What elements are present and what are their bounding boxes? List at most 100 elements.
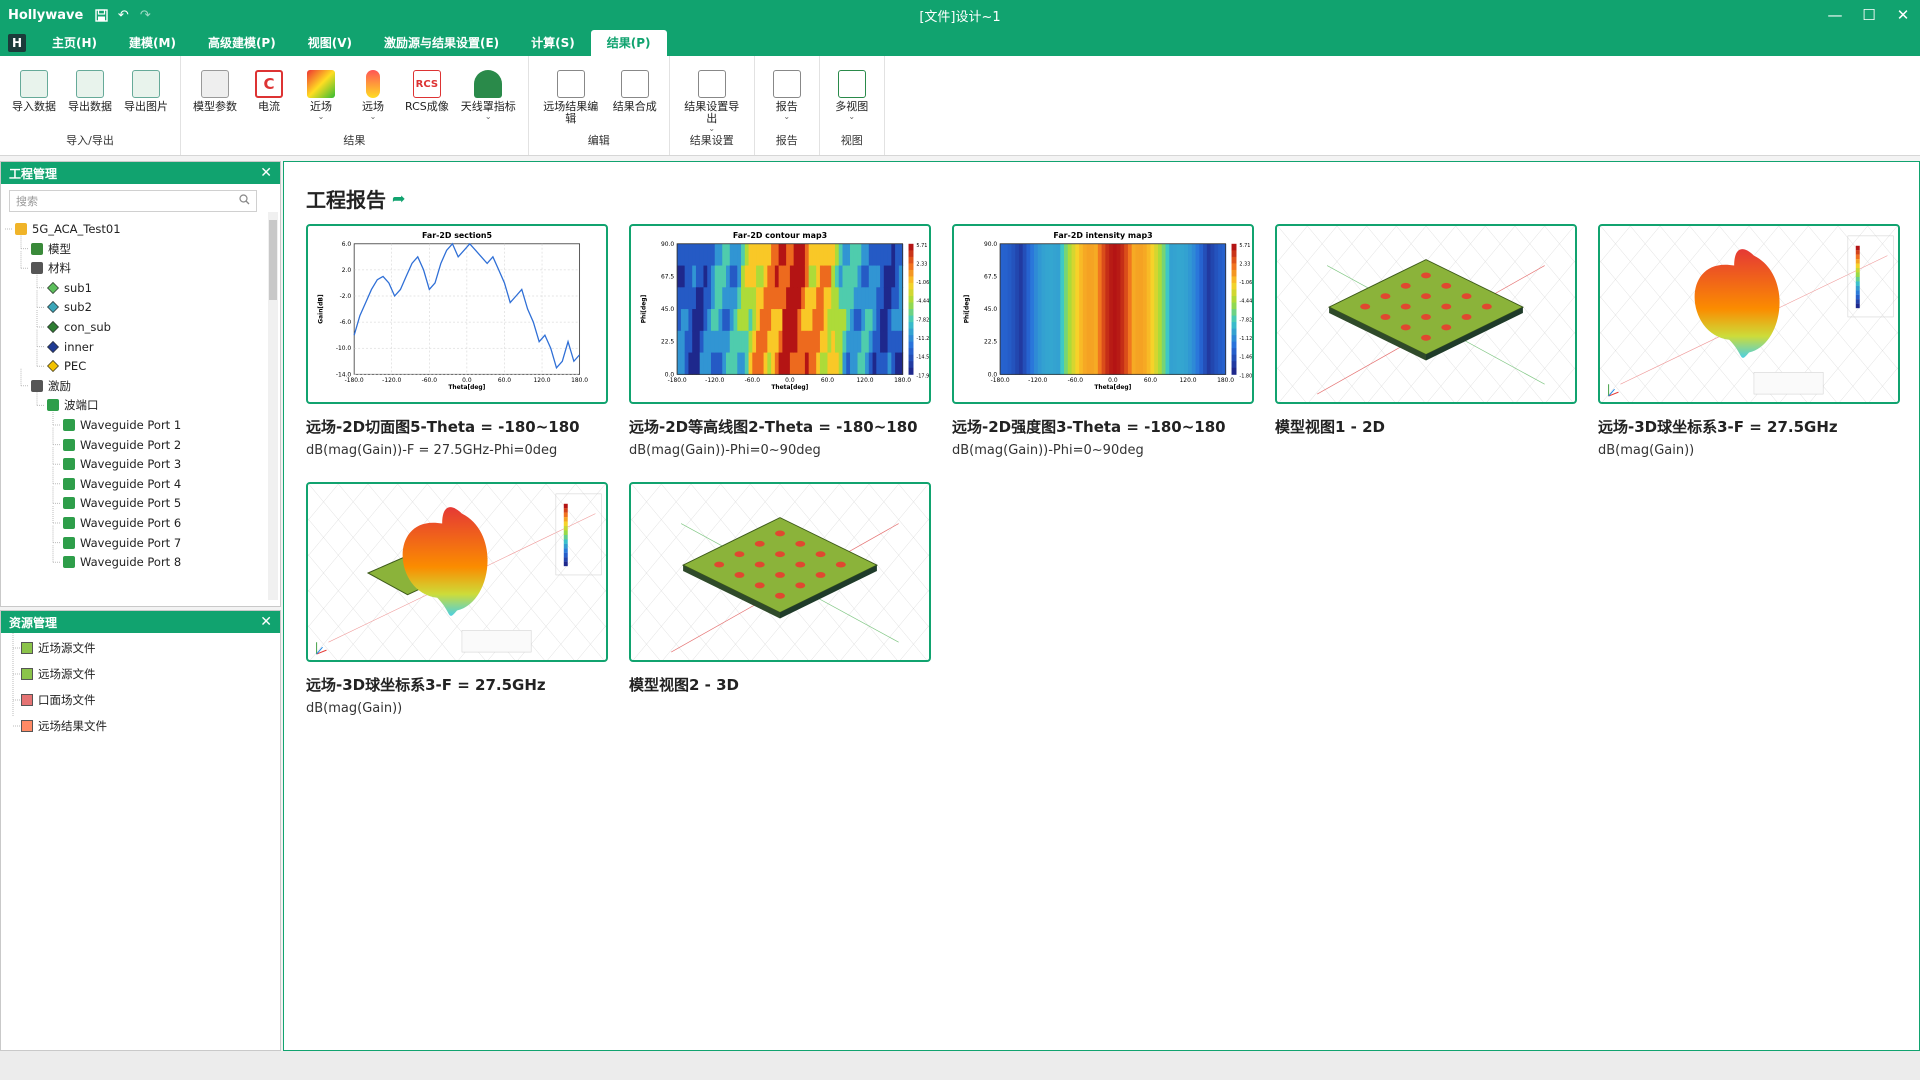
ribbon-button[interactable]: 多视图 ⌄: [826, 70, 878, 121]
report-thumbnail[interactable]: [1598, 224, 1900, 404]
resource-item[interactable]: 远场结果文件: [21, 717, 107, 735]
map-cell: [1011, 243, 1016, 375]
tree-node[interactable]: con_sub: [47, 318, 111, 336]
map-cell: [786, 265, 791, 288]
map-cell: [695, 309, 701, 332]
search-input[interactable]: 搜索: [9, 190, 257, 212]
report-thumbnail[interactable]: Far-2D intensity map3 90.0 67.5 45.0 22.5 0.0…: [952, 224, 1254, 404]
ribbon-button[interactable]: 报告 ⌄: [761, 70, 813, 121]
map-cell: [748, 352, 753, 375]
menu-tab[interactable]: 激励源与结果设置(E): [368, 30, 515, 56]
tree-node[interactable]: 模型: [31, 240, 71, 258]
resource-item[interactable]: 远场源文件: [21, 665, 96, 683]
report-thumbnail[interactable]: [306, 482, 608, 662]
tree-node[interactable]: Waveguide Port 4: [63, 475, 181, 493]
map-cell: [846, 265, 851, 288]
map-cell: [880, 352, 885, 375]
tree-node[interactable]: PEC: [47, 357, 86, 375]
x-tick-label: -180.0: [345, 377, 364, 384]
map-cell: [1150, 243, 1155, 375]
tree-node-label: Waveguide Port 4: [80, 476, 182, 491]
ribbon-button[interactable]: 远场 ⌄: [347, 70, 399, 121]
report-card[interactable]: Far-2D section5 6.0 2.0 -2.0 -6.0 -10.0 -14.0-…: [306, 224, 608, 458]
report-card[interactable]: Far-2D intensity map3 90.0 67.5 45.0 22.5 0.0…: [952, 224, 1254, 458]
ribbon-buttons: 模型参数 C 电流 近场 ⌄ 远场 ⌄ RCS RCS成像 天线罩指标 ⌄: [187, 56, 522, 132]
search-icon[interactable]: [239, 194, 250, 208]
map-cell: [891, 309, 896, 332]
menu-tab[interactable]: 视图(V): [292, 30, 368, 56]
tree-node[interactable]: 5G_ACA_Test01: [15, 220, 121, 238]
redo-icon[interactable]: ↷: [137, 7, 153, 23]
report-thumbnail[interactable]: [629, 482, 931, 662]
menu-tab[interactable]: 结果(P): [590, 30, 667, 56]
map-cell: [726, 352, 731, 375]
tree-node[interactable]: Waveguide Port 7: [63, 534, 181, 552]
folder-icon: [15, 223, 27, 235]
ribbon-button[interactable]: 远场结果编辑: [535, 70, 607, 125]
colorbar-segment: [908, 354, 914, 362]
scrollbar-thumb[interactable]: [269, 220, 277, 300]
map-cell: [767, 243, 772, 267]
maximize-icon[interactable]: ☐: [1852, 0, 1886, 30]
share-arrow-icon[interactable]: ➦: [392, 189, 405, 208]
tree-node[interactable]: 激励: [31, 377, 71, 395]
ribbon-button[interactable]: 天线罩指标 ⌄: [455, 70, 522, 121]
ribbon-button[interactable]: 模型参数: [187, 70, 243, 113]
save-icon[interactable]: [93, 7, 109, 23]
report-card[interactable]: Far-2D contour map3 90.0 67.5 45.0 22.5 0.0 -1…: [629, 224, 931, 458]
tree-node[interactable]: Waveguide Port 5: [63, 494, 181, 512]
map-cell: [759, 330, 765, 354]
tree-scrollbar[interactable]: [268, 212, 278, 600]
map-cell: [722, 243, 727, 267]
colorbar-segment: [1855, 276, 1860, 282]
minimize-icon[interactable]: —: [1818, 0, 1852, 30]
tree-node[interactable]: 波端口: [47, 396, 99, 414]
resource-item[interactable]: 近场源文件: [21, 639, 96, 657]
menu-tab[interactable]: 高级建模(P): [192, 30, 292, 56]
ribbon-button[interactable]: 结果合成: [607, 70, 663, 113]
report-card[interactable]: 远场-3D球坐标系3-F = 27.5GHz dB(mag(Gain)): [306, 482, 608, 716]
tree-node[interactable]: sub2: [47, 298, 92, 316]
tree-node[interactable]: inner: [47, 338, 94, 356]
menu-tab[interactable]: 建模(M): [113, 30, 192, 56]
map-cell: [729, 287, 735, 310]
map-cell: [782, 330, 787, 354]
tree-node[interactable]: Waveguide Port 1: [63, 416, 181, 434]
ribbon-button[interactable]: RCS RCS成像: [399, 70, 455, 113]
tree-node[interactable]: Waveguide Port 6: [63, 514, 181, 532]
menu-tab[interactable]: 计算(S): [515, 30, 591, 56]
report-card[interactable]: 远场-3D球坐标系3-F = 27.5GHz dB(mag(Gain)): [1598, 224, 1900, 458]
ribbon-group: 导入数据 导出数据 导出图片 导入/导出: [0, 56, 181, 155]
report-thumbnail[interactable]: Far-2D section5 6.0 2.0 -2.0 -6.0 -10.0 -14.0-…: [306, 224, 608, 404]
tree-node[interactable]: 材料: [31, 259, 71, 277]
ribbon-button[interactable]: 导出数据: [62, 70, 118, 113]
ribbon-button[interactable]: 近场 ⌄: [295, 70, 347, 121]
tree-node[interactable]: Waveguide Port 8: [63, 553, 181, 571]
resource-item[interactable]: 口面场文件: [21, 691, 96, 709]
report-thumbnail[interactable]: Far-2D contour map3 90.0 67.5 45.0 22.5 0.0 -1…: [629, 224, 931, 404]
tree-node[interactable]: sub1: [47, 279, 92, 297]
map-cell: [748, 287, 753, 310]
menu-tab[interactable]: 主页(H): [36, 30, 113, 56]
app-logo-icon[interactable]: H: [8, 34, 26, 52]
ribbon-button[interactable]: C 电流: [243, 70, 295, 113]
report-card[interactable]: 模型视图1 - 2D: [1275, 224, 1577, 437]
tree-node[interactable]: Waveguide Port 2: [63, 436, 181, 454]
undo-icon[interactable]: ↶: [115, 7, 131, 23]
map-cell: [692, 330, 697, 354]
report-thumbnail[interactable]: [1275, 224, 1577, 404]
ribbon-button[interactable]: 结果设置导出 ⌄: [676, 70, 748, 133]
ribbon-button[interactable]: 导入数据: [6, 70, 62, 113]
ribbon-button[interactable]: 导出图片: [118, 70, 174, 113]
report-card[interactable]: 模型视图2 - 3D: [629, 482, 931, 695]
close-panel-icon[interactable]: ✕: [260, 614, 272, 630]
diamond-navy-icon: [47, 340, 59, 353]
colorbar-label: -1.46e1: [1239, 355, 1252, 361]
map-cell: [737, 243, 742, 267]
tree-node[interactable]: Waveguide Port 3: [63, 455, 181, 473]
close-panel-icon[interactable]: ✕: [260, 165, 272, 181]
close-icon[interactable]: ✕: [1886, 0, 1920, 30]
map-cell: [797, 309, 802, 332]
x-axis-label: Theta[deg]: [1094, 384, 1131, 391]
card-title: 模型视图2 - 3D: [629, 676, 739, 694]
